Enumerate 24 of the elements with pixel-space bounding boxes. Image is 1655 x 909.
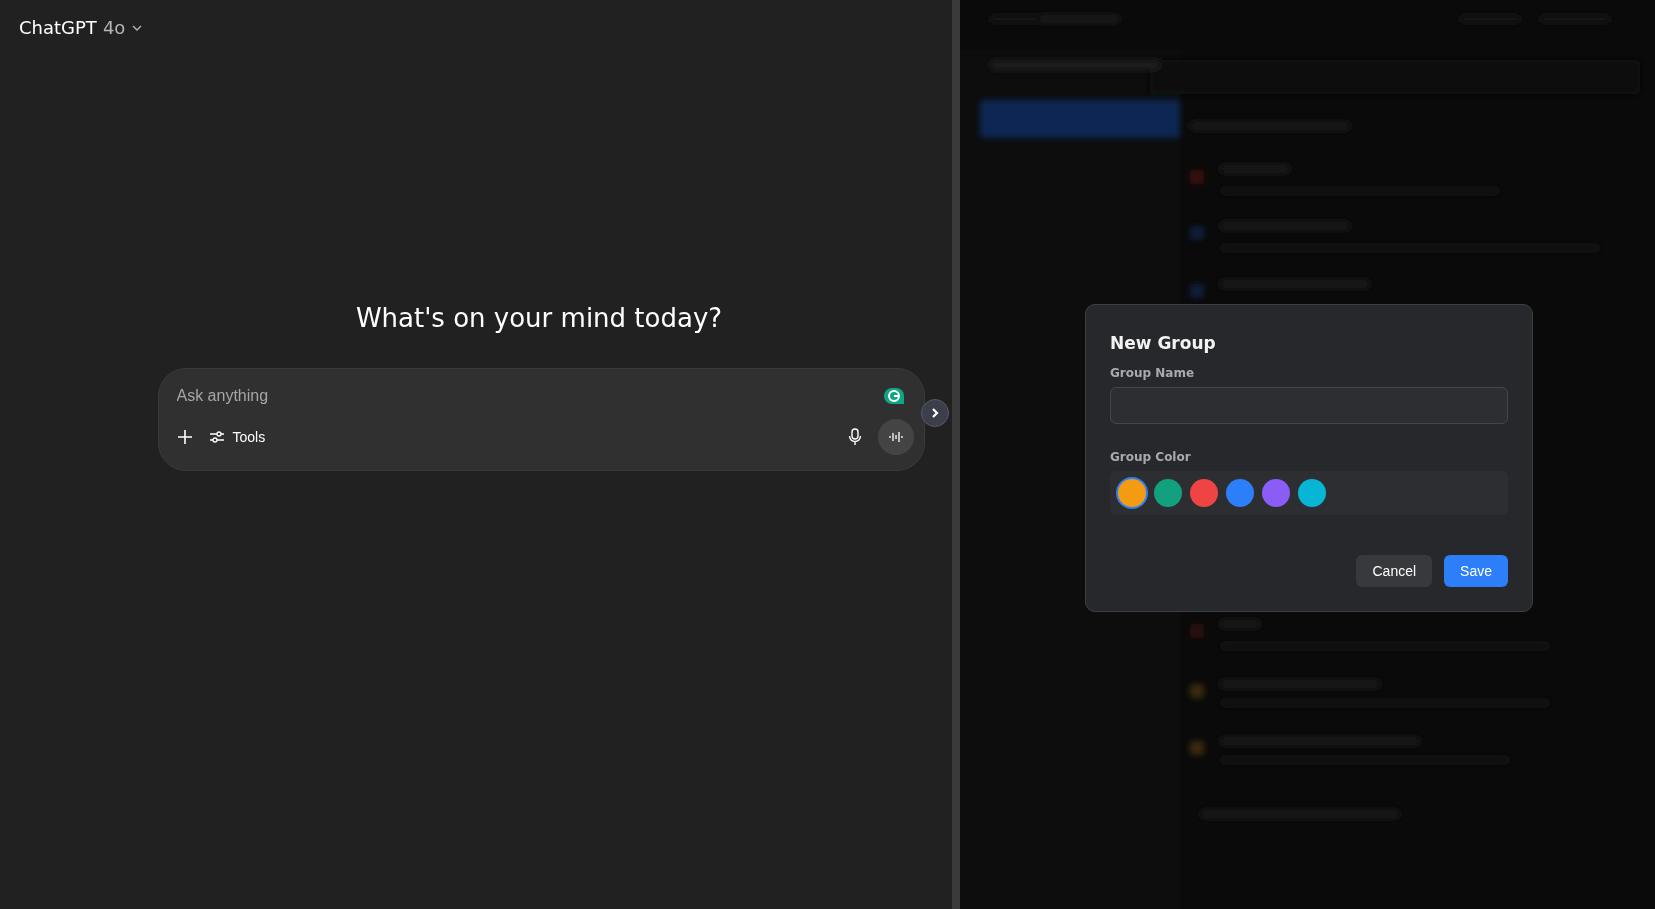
voice-mode-button[interactable] — [877, 419, 914, 455]
add-icon[interactable] — [176, 429, 193, 445]
g-badge-icon — [881, 386, 906, 406]
color-swatch[interactable] — [1190, 479, 1218, 507]
welcome-heading: What's on your mind today? — [355, 303, 723, 333]
microphone-icon[interactable] — [847, 428, 862, 446]
field-label: Group Color — [1110, 450, 1192, 464]
message-composer[interactable]: Ask anything Tools — [157, 368, 925, 471]
color-swatch[interactable] — [1154, 479, 1182, 507]
field-label: Group Name — [1110, 366, 1196, 380]
chevron-right-icon — [929, 407, 940, 419]
dialog-title: New Group — [1110, 333, 1217, 353]
group-name-field[interactable] — [1110, 387, 1508, 424]
message-input[interactable]: Ask anything — [176, 381, 777, 411]
color-swatch[interactable] — [1298, 479, 1326, 507]
color-swatch[interactable] — [1118, 479, 1146, 507]
cancel-button[interactable]: Cancel — [1356, 555, 1433, 587]
save-button[interactable]: Save — [1444, 555, 1508, 587]
sliders-icon — [208, 429, 225, 445]
model-selector[interactable]: ChatGPT 4o — [19, 17, 144, 38]
tools-button[interactable]: Tools — [208, 429, 266, 445]
waveform-icon — [888, 430, 903, 444]
color-swatch[interactable] — [1262, 479, 1290, 507]
color-swatch[interactable] — [1226, 479, 1254, 507]
